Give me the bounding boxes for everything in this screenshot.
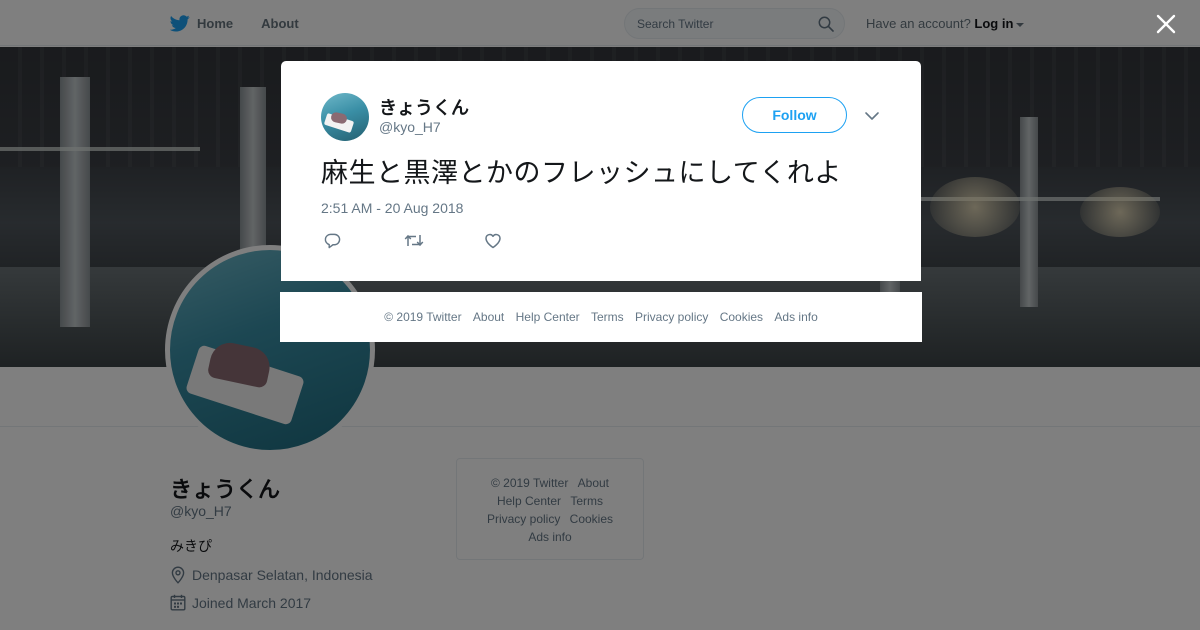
chevron-down-icon[interactable]: [864, 108, 880, 124]
tweet-actions: [324, 232, 564, 252]
tweet-author-avatar[interactable]: [321, 93, 369, 141]
retweet-button[interactable]: [404, 232, 484, 252]
footer-about-link[interactable]: About: [473, 310, 504, 324]
retweet-icon: [404, 234, 424, 247]
close-icon[interactable]: [1156, 14, 1176, 34]
tweet-author-name[interactable]: きょうくん: [379, 94, 469, 120]
footer-ads-link[interactable]: Ads info: [774, 310, 817, 324]
heart-icon: [485, 233, 501, 249]
tweet-text: 麻生と黒澤とかのフレッシュにしてくれよ: [321, 158, 842, 189]
tweet-timestamp[interactable]: 2:51 AM - 20 Aug 2018: [321, 200, 463, 216]
reply-icon: [324, 233, 341, 249]
footer-terms-link[interactable]: Terms: [591, 310, 624, 324]
follow-button[interactable]: Follow: [742, 97, 847, 133]
footer-privacy-link[interactable]: Privacy policy: [635, 310, 708, 324]
footer-help-link[interactable]: Help Center: [516, 310, 580, 324]
modal-footer: © 2019 Twitter About Help Center Terms P…: [280, 292, 922, 342]
like-button[interactable]: [484, 232, 564, 252]
footer-copyright: © 2019 Twitter: [384, 310, 462, 324]
tweet-modal: きょうくん @kyo_H7 Follow 麻生と黒澤とかのフレッシュにしてくれよ…: [281, 61, 921, 281]
footer-cookies-link[interactable]: Cookies: [720, 310, 763, 324]
reply-button[interactable]: [324, 232, 404, 252]
tweet-author-handle[interactable]: @kyo_H7: [379, 119, 441, 135]
